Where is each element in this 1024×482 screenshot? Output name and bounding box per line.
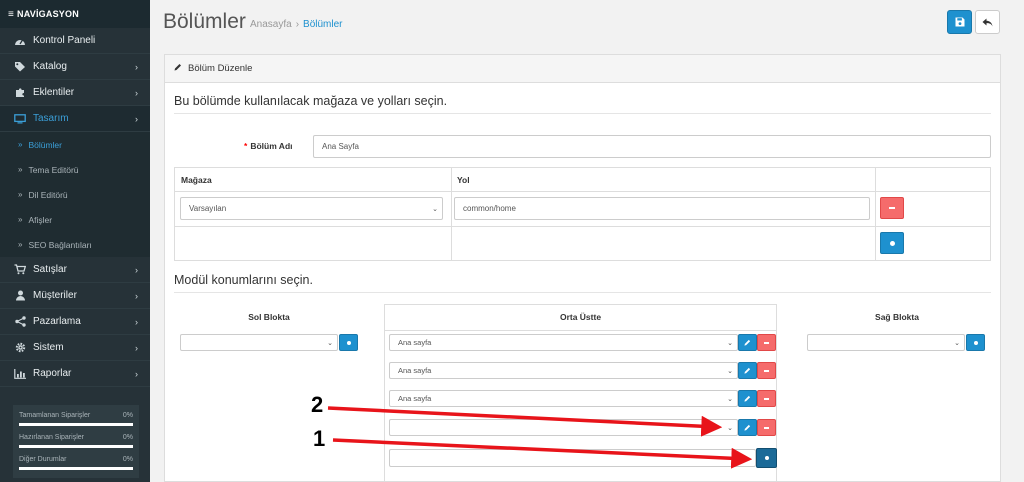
annotation-label-1: 1	[313, 426, 326, 451]
annotation-label-2: 2	[311, 392, 324, 417]
annotation-arrow-2	[327, 406, 723, 437]
annotation-arrow-1	[332, 438, 753, 469]
annotation-overlay	[327, 406, 753, 469]
